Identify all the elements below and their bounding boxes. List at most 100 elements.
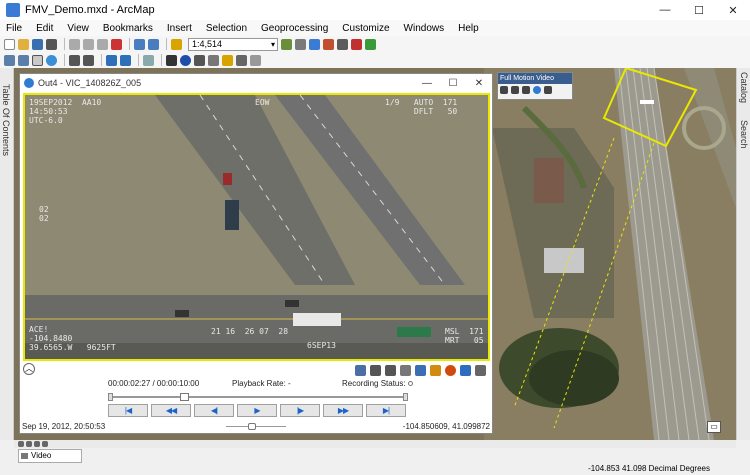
menu-geoprocessing[interactable]: Geoprocessing xyxy=(261,23,328,34)
new-icon[interactable] xyxy=(4,38,15,50)
record-icon[interactable] xyxy=(445,364,456,376)
copy-icon[interactable] xyxy=(83,38,94,50)
time-slider-icon[interactable] xyxy=(250,54,261,66)
video-list-icon[interactable] xyxy=(511,86,519,94)
catalog-tab[interactable]: Catalog xyxy=(739,72,749,103)
playback-speed-slider[interactable] xyxy=(226,423,286,430)
maximize-button[interactable]: ☐ xyxy=(682,0,716,20)
undo-icon[interactable] xyxy=(134,38,145,50)
forward-extent-icon[interactable] xyxy=(120,54,131,66)
toc-label[interactable]: Table Of Contents xyxy=(1,84,11,156)
go-to-end-button[interactable]: ▶| xyxy=(366,404,406,417)
save-icon[interactable] xyxy=(32,38,43,50)
fmv-minimize-button[interactable]: — xyxy=(414,78,440,89)
menu-selection[interactable]: Selection xyxy=(206,23,247,34)
speed-track xyxy=(226,426,286,427)
window-title: FMV_Demo.mxd - ArcMap xyxy=(25,4,155,16)
zoom-in-icon[interactable] xyxy=(4,54,15,66)
metadata-icon[interactable] xyxy=(415,364,426,376)
timeline-slider[interactable] xyxy=(108,393,408,401)
timeline-end-marker[interactable] xyxy=(403,393,408,401)
notification-icon[interactable]: ▭ xyxy=(707,421,721,433)
search-window-icon[interactable] xyxy=(323,38,334,50)
html-popup-icon[interactable] xyxy=(236,54,247,66)
paste-icon[interactable] xyxy=(97,38,108,50)
open-icon[interactable] xyxy=(18,38,29,50)
fmv-close-button[interactable]: ✕ xyxy=(466,78,492,89)
menu-customize[interactable]: Customize xyxy=(342,23,389,34)
add-data-icon[interactable] xyxy=(171,38,182,50)
arcmap-icon xyxy=(6,3,20,17)
measure-icon[interactable] xyxy=(208,54,219,66)
step-forward-button[interactable]: |▶ xyxy=(280,404,320,417)
go-to-start-button[interactable]: |◀ xyxy=(108,404,148,417)
fmv-title-bar: Out4 - VIC_140826Z_005 — ☐ ✕ xyxy=(20,74,492,92)
separator xyxy=(64,38,65,50)
options-icon[interactable] xyxy=(475,364,486,376)
timeline-thumb[interactable] xyxy=(180,393,189,401)
search-tab[interactable]: Search xyxy=(739,120,749,149)
video-grid-icon[interactable] xyxy=(544,86,552,94)
video-search-icon[interactable] xyxy=(533,86,541,94)
select-elements-icon[interactable] xyxy=(166,54,177,66)
video-add-icon[interactable] xyxy=(500,86,508,94)
snapshot-icon[interactable] xyxy=(370,364,381,376)
play-button[interactable]: ▶ xyxy=(237,404,277,417)
video-frame[interactable]: 19SEP2012 AA10 14:50:53 UTC-6.0 EOW 1/9 … xyxy=(23,93,490,361)
back-extent-icon[interactable] xyxy=(106,54,117,66)
video-table-icon[interactable] xyxy=(522,86,530,94)
pause-draw-icon[interactable] xyxy=(42,441,48,447)
menu-bar: File Edit View Bookmarks Insert Selectio… xyxy=(0,20,750,36)
delete-icon[interactable] xyxy=(111,38,122,50)
identify-icon[interactable] xyxy=(180,54,191,66)
table-icon[interactable] xyxy=(295,38,306,50)
menu-help[interactable]: Help xyxy=(458,23,479,34)
redo-icon[interactable] xyxy=(148,38,159,50)
fast-forward-button[interactable]: ▶▶ xyxy=(323,404,363,417)
python-icon[interactable] xyxy=(351,38,362,50)
menu-windows[interactable]: Windows xyxy=(404,23,445,34)
pointer-icon[interactable] xyxy=(460,364,471,376)
full-extent-icon[interactable] xyxy=(46,54,57,66)
menu-file[interactable]: File xyxy=(6,23,22,34)
menu-insert[interactable]: Insert xyxy=(167,23,192,34)
find-icon[interactable] xyxy=(194,54,205,66)
data-view-icon[interactable] xyxy=(18,441,24,447)
export-icon[interactable] xyxy=(355,364,366,376)
rewind-button[interactable]: ◀◀ xyxy=(151,404,191,417)
speed-thumb[interactable] xyxy=(248,423,256,430)
select-features-icon[interactable] xyxy=(143,54,154,66)
separator xyxy=(161,54,162,66)
recording-status-text: Recording Status: xyxy=(342,379,406,388)
refresh-icon[interactable] xyxy=(34,441,40,447)
menu-view[interactable]: View xyxy=(67,23,89,34)
scale-input[interactable]: 1:4,514 xyxy=(188,37,278,51)
cut-icon[interactable] xyxy=(69,38,80,50)
fixed-zoom-out-icon[interactable] xyxy=(83,54,94,66)
fixed-zoom-in-icon[interactable] xyxy=(69,54,80,66)
menu-bookmarks[interactable]: Bookmarks xyxy=(103,23,153,34)
timeline-start-marker[interactable] xyxy=(108,393,113,401)
table-of-contents-dock[interactable]: Table Of Contents xyxy=(0,68,14,440)
layout-view-icon[interactable] xyxy=(26,441,32,447)
fmv-maximize-button[interactable]: ☐ xyxy=(440,78,466,89)
map-view-toolbar xyxy=(14,440,736,448)
model-builder-icon[interactable] xyxy=(365,38,376,50)
toolbox-icon[interactable] xyxy=(337,38,348,50)
menu-edit[interactable]: Edit xyxy=(36,23,53,34)
catalog-icon[interactable] xyxy=(309,38,320,50)
print-icon[interactable] xyxy=(46,38,57,50)
overlay-icon[interactable] xyxy=(430,364,441,376)
zoom-video-icon[interactable] xyxy=(385,364,396,376)
minimize-button[interactable]: — xyxy=(648,0,682,20)
hyperlink-icon[interactable] xyxy=(222,54,233,66)
video-manager-tab[interactable]: Video Manager xyxy=(18,449,82,472)
step-back-button[interactable]: ◀| xyxy=(194,404,234,417)
zoom-out-icon[interactable] xyxy=(18,54,29,66)
close-button[interactable]: ✕ xyxy=(716,0,750,20)
bookmark-icon[interactable] xyxy=(400,364,411,376)
status-bar: -104.853 41.098 Decimal Degrees xyxy=(0,463,750,475)
pan-icon[interactable] xyxy=(32,54,43,66)
editor-icon[interactable] xyxy=(281,38,292,50)
tools-toolbar xyxy=(0,52,750,68)
